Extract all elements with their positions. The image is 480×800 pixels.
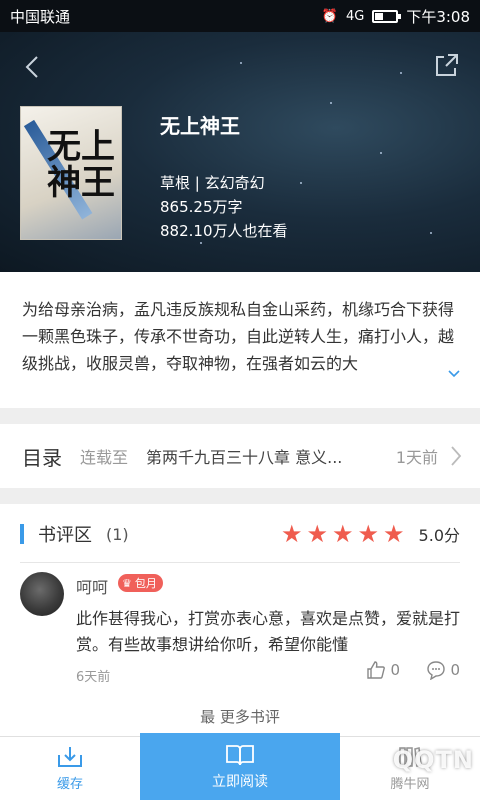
status-bar: 中国联通 ⏰ 4G 下午3:08: [0, 0, 480, 32]
star-icon: ★: [306, 520, 328, 548]
read-now-label: 立即阅读: [212, 773, 268, 790]
catalog-row[interactable]: 目录 连载至 第两千九百三十八章 意义... 1天前: [0, 424, 480, 488]
status-time: 下午3:08: [406, 7, 470, 26]
review-section: 书评区 (1) ★ ★ ★ ★ ★ 5.0分 呵呵 ♛ 包月 此作甚得我心，打赏亦表心意…: [0, 504, 480, 736]
like-button[interactable]: 0: [366, 660, 400, 680]
review-count: (1): [106, 524, 129, 544]
book-header: 无上神王 无上神王 草根 | 玄幻奇幻 865.25万字 882.10万人也在看: [0, 32, 480, 272]
signal-icon: 4G: [345, 8, 365, 24]
vip-badge: ♛ 包月: [118, 574, 163, 592]
battery-icon: [372, 9, 402, 23]
book-cover[interactable]: 无上神王: [20, 106, 122, 240]
alarm-icon: ⏰: [321, 8, 338, 24]
update-time: 1天前: [395, 448, 438, 467]
review-username[interactable]: 呵呵: [76, 574, 108, 598]
crown-icon: ♛: [122, 576, 132, 590]
shelf-label: 腾牛网: [390, 777, 430, 792]
watermark-logo: QQTN: [392, 746, 474, 774]
like-count: 0: [390, 661, 400, 679]
star-icon: ★: [357, 520, 380, 548]
read-now-button[interactable]: 立即阅读: [140, 733, 340, 800]
description-text: 为给母亲治病，孟凡违反族规私自金山采药，机缘巧合下获得一颗黑色珠子，传承不世奇功…: [22, 300, 455, 373]
comment-count: 0: [450, 661, 460, 679]
latest-chapter: 第两千九百三十八章 意义...: [146, 448, 343, 467]
book-word-count: 865.25万字: [160, 198, 243, 216]
comment-button[interactable]: 0: [426, 660, 460, 680]
book-description[interactable]: 为给母亲治病，孟凡违反族规私自金山采药，机缘巧合下获得一颗黑色珠子，传承不世奇功…: [0, 272, 480, 408]
divider: [20, 562, 460, 563]
review-time: 6天前: [76, 670, 111, 685]
vip-badge-label: 包月: [134, 577, 157, 590]
book-title: 无上神王: [160, 114, 240, 138]
download-button[interactable]: 缓存: [0, 737, 140, 800]
chevron-right-icon: [451, 446, 462, 466]
catalog-label: 目录: [22, 445, 62, 470]
download-label: 缓存: [56, 777, 83, 792]
more-reviews-link[interactable]: 最 更多书评: [0, 706, 480, 727]
star-icon: ★: [280, 520, 303, 548]
book-readers: 882.10万人也在看: [160, 222, 288, 240]
thumbs-up-icon: [367, 661, 386, 679]
review-title: 书评区: [38, 525, 92, 546]
carrier-name: 中国联通: [10, 7, 71, 26]
back-icon[interactable]: [18, 52, 48, 82]
chevron-down-icon[interactable]: [448, 370, 460, 378]
cover-title: 无上神王: [47, 127, 115, 203]
section-accent-bar: [20, 524, 24, 544]
rating-stars: ★ ★ ★ ★ ★: [281, 522, 405, 546]
star-icon: ★: [383, 520, 405, 548]
review-header: 书评区 (1) ★ ★ ★ ★ ★ 5.0分: [0, 518, 480, 550]
review-text: 此作甚得我心，打赏亦表心意，喜欢是点赞，爱就是打赏。有些故事想讲给你听，希望你能…: [76, 609, 461, 654]
avatar[interactable]: [20, 572, 64, 616]
rating-score: 5.0分: [418, 526, 460, 545]
star-icon: ★: [332, 520, 354, 548]
share-icon[interactable]: [434, 52, 460, 78]
download-icon: [58, 747, 82, 767]
comment-icon: [427, 661, 446, 680]
status-icons: ⏰ 4G 下午3:08: [322, 6, 470, 27]
book-icon: [226, 744, 254, 765]
catalog-status: 连载至: [80, 448, 129, 467]
book-author-genre: 草根 | 玄幻奇幻: [160, 174, 265, 192]
